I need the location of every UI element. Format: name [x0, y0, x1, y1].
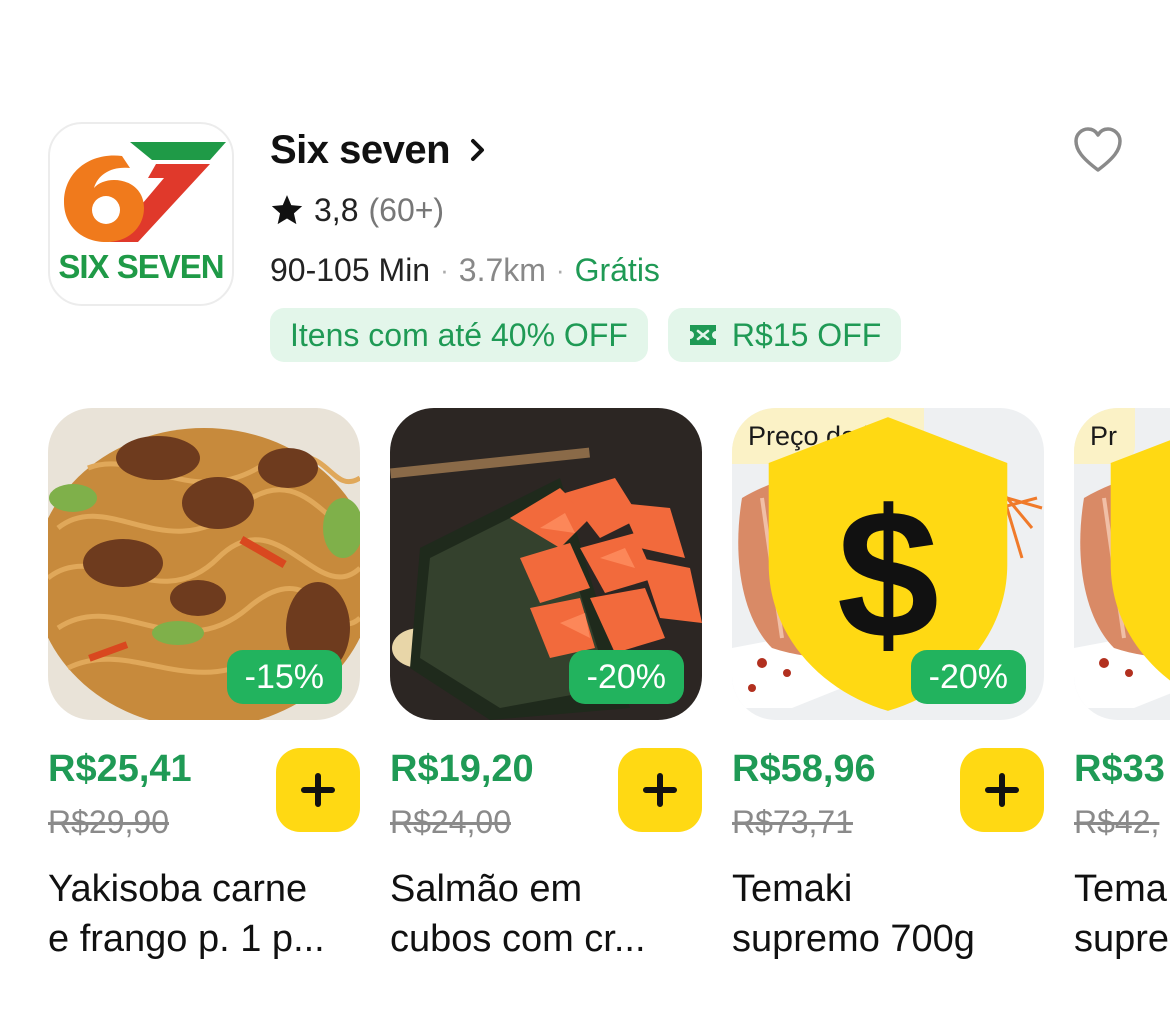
product-image[interactable]: -15% — [48, 408, 360, 720]
product-card[interactable]: -20% R$19,20 R$24,00 Salmão em cubos com… — [390, 408, 702, 960]
separator-dot: · — [440, 254, 449, 285]
product-name[interactable]: Temaki supremo 700g — [732, 864, 1052, 964]
dollar-icon: $ — [1110, 440, 1170, 681]
logo-text: SIX SEVEN — [58, 248, 224, 285]
promo-tags: Itens com até 40% OFF R$15 OFF — [270, 308, 902, 362]
promo-label: Itens com até 40% OFF — [290, 316, 628, 353]
product-name-line: supre — [1074, 918, 1170, 960]
store-price-badge: $ Pr — [1074, 408, 1170, 681]
separator-dot: · — [555, 254, 565, 285]
rating-value: 3,8 — [314, 191, 359, 228]
six-seven-logo-icon — [64, 142, 226, 242]
plus-icon — [643, 773, 677, 807]
promo-tag-items-off[interactable]: Itens com até 40% OFF — [270, 308, 648, 362]
discount-badge: -20% — [568, 650, 684, 704]
store-logo[interactable]: SIX SEVEN — [48, 122, 234, 306]
product-image[interactable]: $ Pr — [1074, 408, 1170, 720]
product-price: R$58,96 — [732, 748, 876, 790]
discount-badge: -15% — [226, 650, 342, 704]
delivery-info: 90-105 Min · 3.7km · Grátis — [270, 250, 660, 290]
store-distance: 3.7km — [458, 251, 546, 288]
heart-icon[interactable] — [1072, 126, 1124, 174]
product-name-line: Temaki — [732, 868, 853, 910]
product-name-line: Tema — [1074, 868, 1167, 910]
plus-icon — [985, 773, 1019, 807]
product-name[interactable]: Tema supre — [1074, 864, 1170, 964]
rating-count: (60+) — [368, 191, 445, 228]
product-card[interactable]: -15% R$25,41 R$29,90 Yakisoba carne e fr… — [48, 408, 360, 960]
product-old-price: R$42, — [1074, 804, 1160, 840]
add-to-cart-button[interactable] — [276, 748, 360, 832]
product-old-price: R$73,71 — [732, 804, 853, 840]
product-price: R$19,20 — [390, 748, 534, 790]
store-price-badge: $ Preço da loja — [732, 408, 1008, 711]
product-old-price: R$29,90 — [48, 804, 169, 840]
product-carousel[interactable]: -15% R$25,41 R$29,90 Yakisoba carne e fr… — [0, 408, 1170, 1035]
promo-label: R$15 OFF — [731, 316, 882, 353]
star-icon — [271, 195, 303, 225]
delivery-time: 90-105 Min — [270, 251, 431, 288]
store-rating: 3,8 (60+) — [270, 190, 444, 230]
product-name-line: cubos com cr... — [390, 918, 646, 960]
product-name-line: Salmão em — [390, 868, 583, 910]
product-price: R$25,41 — [48, 748, 192, 790]
store-header: SIX SEVEN Six seven 3,8 (60+) 90-105 Min… — [0, 0, 1170, 400]
chevron-right-icon — [471, 139, 485, 161]
promo-tag-coupon[interactable]: R$15 OFF — [667, 308, 902, 362]
product-price: R$33 — [1074, 748, 1165, 790]
add-to-cart-button[interactable] — [960, 748, 1044, 832]
product-name-line: Yakisoba carne — [48, 868, 308, 910]
product-name[interactable]: Yakisoba carne e frango p. 1 p... — [48, 864, 368, 964]
add-to-cart-button[interactable] — [618, 748, 702, 832]
product-name-line: supremo 700g — [732, 918, 975, 960]
plus-icon — [301, 773, 335, 807]
product-card[interactable]: $ Preço da loja -20% R$58,96 R$73,71 Tem… — [732, 408, 1044, 960]
product-name[interactable]: Salmão em cubos com cr... — [390, 864, 710, 964]
product-image[interactable]: $ Preço da loja -20% — [732, 408, 1044, 720]
product-image[interactable]: -20% — [390, 408, 702, 720]
product-old-price: R$24,00 — [390, 804, 511, 840]
ticket-icon — [689, 325, 716, 345]
store-name-link[interactable]: Six seven — [270, 126, 488, 174]
product-card[interactable]: $ Pr R$33 R$42, Tema supre — [1074, 408, 1170, 960]
delivery-fee: Grátis — [574, 251, 660, 288]
product-name-line: e frango p. 1 p... — [48, 918, 325, 960]
discount-badge: -20% — [910, 650, 1026, 704]
store-name: Six seven — [270, 127, 451, 172]
svg-text:$: $ — [837, 471, 939, 676]
